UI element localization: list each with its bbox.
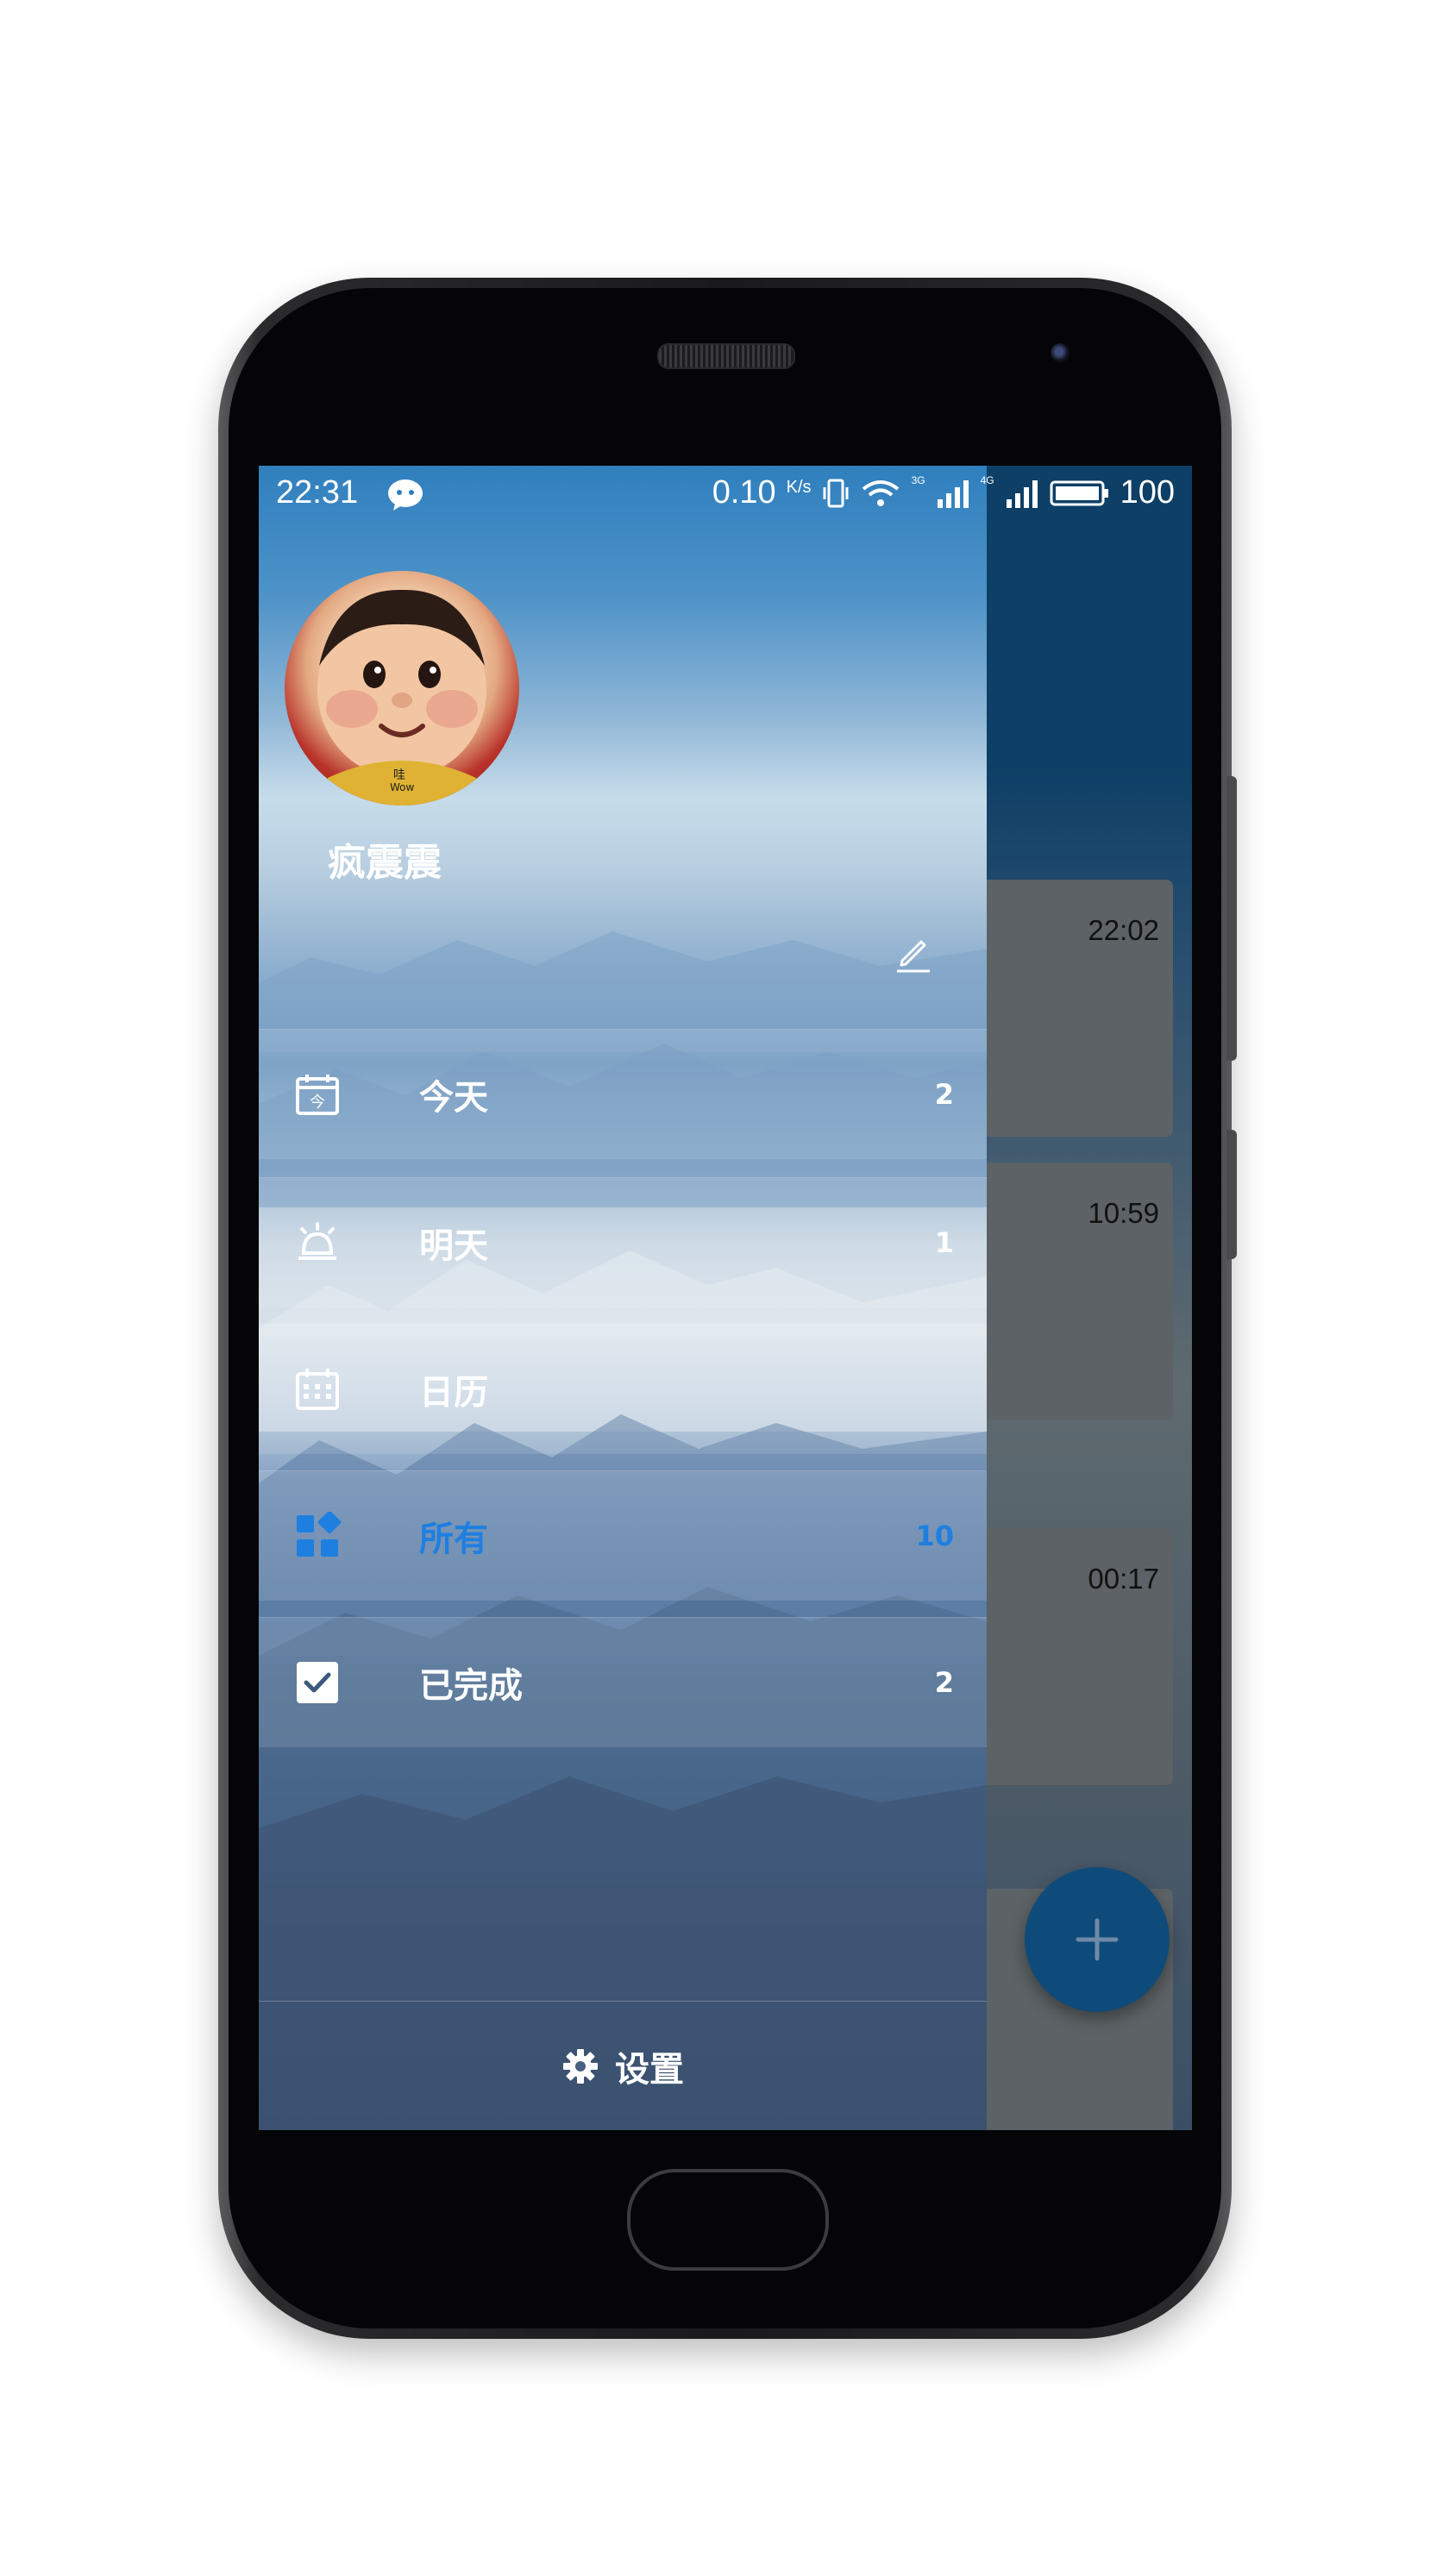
vibrate-icon bbox=[823, 479, 849, 507]
status-bar: 22:31 0.10 K/s 3G 4G 100 bbox=[259, 466, 1192, 526]
status-time: 22:31 bbox=[276, 474, 359, 511]
alarm-icon bbox=[298, 1222, 336, 1260]
plus-icon bbox=[1076, 1918, 1119, 1961]
task-card[interactable]: 10:59 bbox=[966, 1163, 1173, 1420]
task-card[interactable]: 22:02 bbox=[966, 880, 1173, 1137]
earpiece-speaker bbox=[657, 343, 795, 369]
menu-label: 明天 bbox=[419, 1226, 488, 1266]
status-right: 0.10 K/s 3G 4G 100 bbox=[712, 474, 1175, 511]
power-button bbox=[1226, 1130, 1237, 1259]
signal-4g-icon bbox=[1006, 479, 1038, 508]
calendar-today-icon: 今 bbox=[296, 1075, 339, 1115]
net-unit: K/s bbox=[786, 478, 812, 497]
menu-count: 1 bbox=[934, 1226, 954, 1259]
add-task-button[interactable] bbox=[1025, 1867, 1170, 2012]
battery-icon bbox=[1050, 480, 1108, 505]
task-card[interactable]: 00:17 bbox=[966, 1528, 1173, 1785]
volume-button bbox=[1226, 776, 1237, 1061]
menu-item-today[interactable]: 今 今天 2 bbox=[259, 1029, 987, 1159]
wifi-icon bbox=[862, 479, 899, 506]
task-time: 00:17 bbox=[1088, 1563, 1159, 1595]
home-button[interactable] bbox=[627, 2169, 829, 2271]
grid-apps-icon bbox=[297, 1512, 342, 1557]
menu-item-tomorrow[interactable]: 明天 1 bbox=[259, 1177, 987, 1307]
screen: 22:02 10:59 00:17 哇 Wow 疯震震 今 今天 2 明天 1 … bbox=[259, 466, 1192, 2130]
signal-3g-icon bbox=[937, 479, 969, 508]
settings-label: 设置 bbox=[615, 2050, 684, 2090]
wechat-icon bbox=[388, 479, 423, 511]
menu-label: 已完成 bbox=[419, 1666, 523, 1706]
menu-label: 今天 bbox=[419, 1078, 488, 1118]
username: 疯震震 bbox=[328, 841, 442, 885]
task-time: 10:59 bbox=[1088, 1197, 1159, 1229]
sim1-label: 3G bbox=[911, 474, 925, 486]
menu-count: 10 bbox=[915, 1520, 954, 1552]
menu-label: 日历 bbox=[419, 1373, 488, 1413]
menu-label: 所有 bbox=[419, 1520, 488, 1559]
battery-level: 100 bbox=[1120, 474, 1175, 511]
front-camera bbox=[1051, 343, 1070, 362]
menu-item-calendar[interactable]: 日历 bbox=[259, 1324, 987, 1454]
menu-item-completed[interactable]: 已完成 2 bbox=[259, 1617, 987, 1747]
sim2-label: 4G bbox=[980, 474, 994, 486]
svg-text:今: 今 bbox=[310, 1094, 325, 1112]
avatar-caption-cn: 哇 bbox=[393, 768, 405, 782]
task-time: 22:02 bbox=[1088, 914, 1159, 946]
net-speed: 0.10 bbox=[712, 474, 776, 511]
menu-count: 2 bbox=[934, 1078, 954, 1111]
calendar-grid-icon bbox=[296, 1369, 339, 1410]
menu-count: 2 bbox=[934, 1666, 954, 1699]
settings-button[interactable]: 设置 bbox=[259, 2001, 987, 2130]
checkbox-icon bbox=[297, 1662, 338, 1703]
avatar-caption-en: Wow bbox=[390, 781, 415, 793]
menu-item-all[interactable]: 所有 10 bbox=[259, 1470, 987, 1601]
navigation-drawer: 哇 Wow 疯震震 今 今天 2 明天 1 日历 所有 10 已完成 2 设置 bbox=[259, 466, 987, 2130]
gear-icon bbox=[563, 2049, 598, 2084]
edit-icon[interactable] bbox=[892, 931, 935, 975]
avatar[interactable]: 哇 Wow bbox=[285, 571, 519, 805]
